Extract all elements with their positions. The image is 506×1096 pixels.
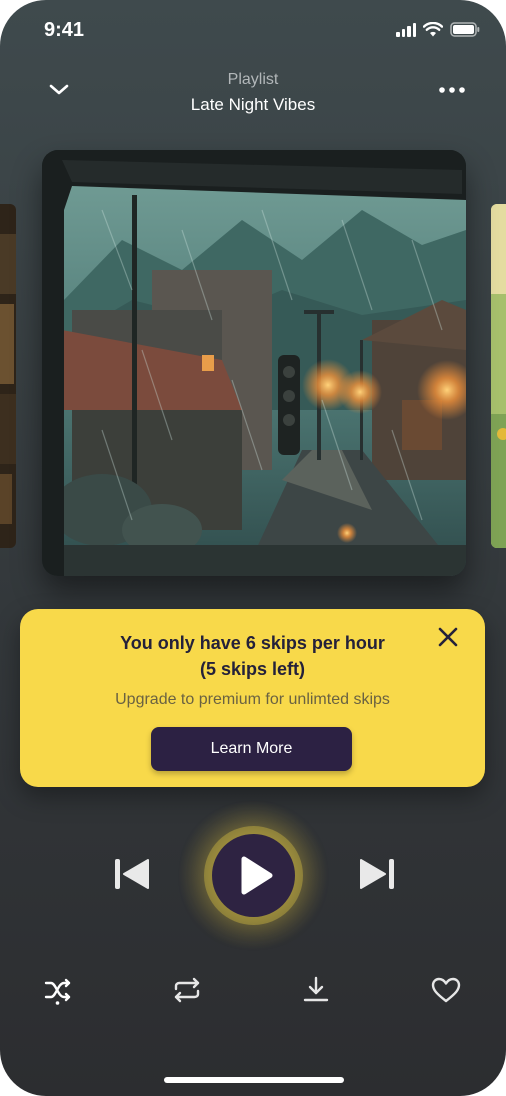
previous-track-icon[interactable]	[112, 856, 152, 892]
previous-album-peek[interactable]	[0, 204, 16, 548]
signal-icon	[396, 22, 416, 37]
home-indicator[interactable]	[164, 1077, 344, 1083]
repeat-icon[interactable]	[171, 974, 203, 1006]
skip-limit-toast: You only have 6 skips per hour (5 skips …	[20, 609, 485, 787]
wifi-icon	[423, 22, 443, 37]
more-options-icon[interactable]	[436, 80, 468, 100]
album-cover-art	[42, 150, 466, 576]
toast-heading-line2: (5 skips left)	[199, 659, 306, 679]
learn-more-button[interactable]: Learn More	[151, 727, 352, 771]
play-icon	[241, 856, 273, 895]
next-track-icon[interactable]	[357, 856, 397, 892]
playlist-label: Playlist	[227, 71, 279, 88]
battery-icon	[450, 22, 480, 37]
playlist-title: Late Night Vibes	[190, 95, 316, 114]
toast-message: Upgrade to premium for unlimted skips	[115, 691, 390, 708]
status-icons	[396, 22, 480, 37]
close-icon[interactable]	[434, 623, 462, 651]
phone-screen: 9:41 Playlist Late Night Vibes You only …	[0, 0, 506, 1096]
heart-icon[interactable]	[430, 974, 462, 1006]
download-icon[interactable]	[300, 974, 332, 1006]
status-time: 9:41	[44, 19, 85, 41]
toast-heading-line1: You only have 6 skips per hour	[120, 633, 385, 653]
next-album-peek[interactable]	[491, 204, 506, 548]
shuffle-icon[interactable]	[42, 974, 74, 1006]
play-button[interactable]	[212, 834, 295, 917]
